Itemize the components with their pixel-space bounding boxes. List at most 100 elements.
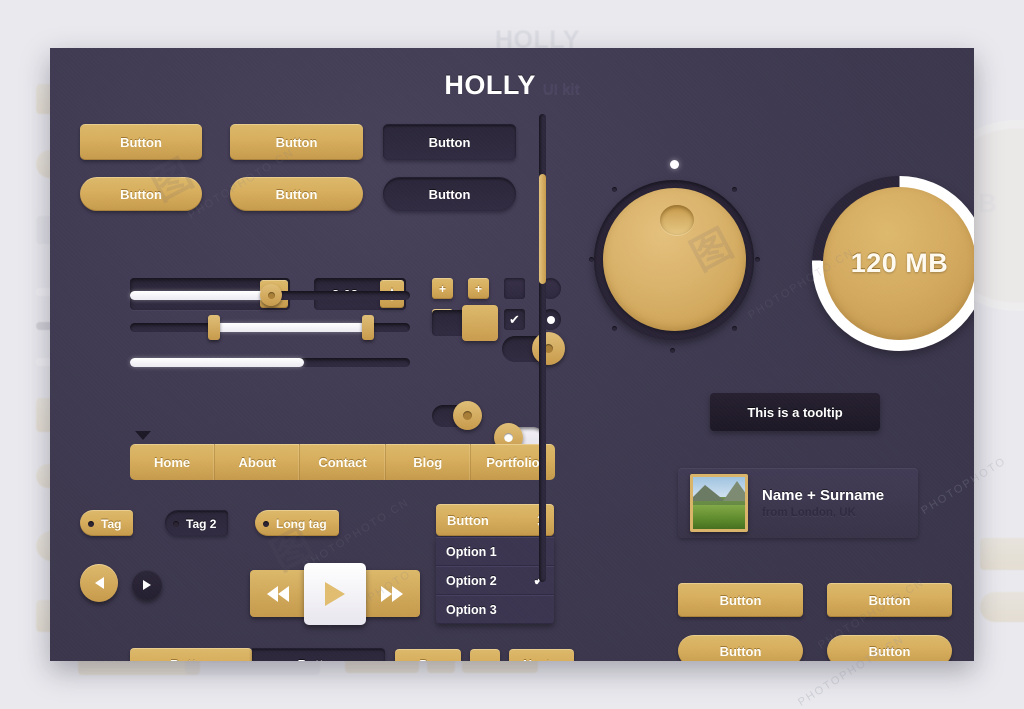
plus-icon: + [474, 282, 482, 296]
pagination-ellipsis-button[interactable]: ... [469, 649, 500, 661]
vertical-scrollbar[interactable] [539, 114, 546, 582]
nav-label: Home [154, 455, 191, 470]
button-label: Button [868, 644, 911, 659]
slider-progress[interactable] [130, 358, 410, 367]
next-circle-button[interactable] [132, 570, 162, 600]
progress-inner: 120 MB [823, 187, 974, 340]
plus-button-2[interactable]: + [468, 278, 489, 299]
button-label: Button [275, 187, 318, 202]
toggle-round[interactable] [502, 332, 565, 365]
pagination-label: Next » [523, 658, 561, 662]
triangle-left-icon [94, 577, 104, 589]
progress-circle[interactable]: 120 MB [812, 176, 974, 351]
knob-dot [612, 326, 617, 331]
slider-fill [130, 358, 304, 367]
profile-text: Name + Surname from London, UK [762, 487, 884, 519]
button-gold-bottom[interactable]: Button [130, 648, 252, 661]
slider-range[interactable] [130, 315, 410, 340]
button-right-1[interactable]: Button [678, 583, 803, 617]
plus-button-1[interactable]: + [432, 278, 453, 299]
knob-dot [732, 326, 737, 331]
button-right-3[interactable]: Button [678, 635, 803, 661]
button-gold-pill-1[interactable]: Button [80, 177, 202, 211]
rotary-knob[interactable] [575, 158, 775, 358]
rewind-button[interactable] [250, 570, 306, 617]
button-gold-rect-1[interactable]: Button [80, 124, 202, 160]
handle-dot [267, 291, 275, 299]
knob-face[interactable] [603, 188, 746, 331]
tooltip: This is a tooltip [710, 393, 880, 431]
button-label: Button [719, 644, 762, 659]
button-label: Button [428, 187, 471, 202]
slider-handle[interactable] [260, 284, 282, 306]
button-dark-pill[interactable]: Button [383, 177, 516, 211]
option-label: Option 2 [446, 573, 497, 588]
forward-button[interactable] [364, 570, 420, 617]
nav-item-about[interactable]: About [215, 444, 301, 480]
tag-hole-icon [88, 520, 94, 527]
toggle-handle[interactable] [453, 401, 482, 430]
tooltip-arrow-icon [135, 431, 151, 440]
dropdown-option-3[interactable]: Option 3 [436, 595, 554, 624]
scrollbar-thumb[interactable] [539, 174, 546, 284]
knob-dot [589, 257, 594, 262]
media-player-controls[interactable] [250, 562, 420, 625]
checkbox-checked[interactable]: ✔ [504, 309, 525, 330]
toggle-square[interactable] [432, 305, 498, 341]
plus-icon: + [438, 282, 446, 296]
tag-label: Tag 2 [186, 516, 217, 531]
knob-dot-active [670, 160, 679, 169]
navigation-bar[interactable]: Home About Contact Blog Portfolio [130, 444, 555, 480]
tag-1[interactable]: Tag [80, 510, 134, 536]
button-label: Button [719, 593, 762, 608]
checkbox-unchecked[interactable] [504, 278, 525, 299]
button-gold-rect-2[interactable]: Button [230, 124, 363, 160]
button-dark-rect[interactable]: Button [383, 124, 516, 160]
bottom-button-group: Button Button [130, 648, 385, 661]
avatar [690, 474, 748, 532]
button-gold-pill-2[interactable]: Button [230, 177, 363, 211]
pagination[interactable]: « Prev ... Next » [395, 649, 575, 662]
nav-label: Blog [413, 455, 443, 470]
slider-fill [130, 291, 270, 300]
play-button[interactable] [304, 562, 366, 625]
knob-dot [732, 187, 737, 192]
select-button[interactable]: Button ▲ ▼ [436, 504, 554, 536]
button-label: Button [428, 135, 471, 150]
prev-circle-button[interactable] [80, 564, 118, 602]
slider-round-knob[interactable] [130, 284, 410, 306]
option-label: Option 3 [446, 602, 497, 617]
tag-2[interactable]: Tag 2 [165, 510, 229, 536]
nav-item-blog[interactable]: Blog [385, 444, 471, 480]
pagination-next-button[interactable]: Next » [508, 649, 575, 662]
radio-dot [546, 315, 555, 324]
brand-name: HOLLY [444, 70, 536, 100]
pagination-prev-button[interactable]: « Prev [395, 649, 461, 661]
button-right-4[interactable]: Button [827, 635, 952, 661]
nav-label: About [238, 455, 277, 470]
slider-handle-end[interactable] [362, 315, 374, 340]
ghost-button [980, 538, 1024, 570]
button-dark-bottom[interactable]: Button [252, 648, 385, 661]
right-button-grid: Button Button Button Button [678, 583, 970, 661]
tag-3[interactable]: Long tag [255, 510, 339, 536]
profile-card[interactable]: Name + Surname from London, UK [678, 468, 918, 538]
toggle-handle[interactable] [532, 332, 565, 365]
dropdown-option-list[interactable]: Option 1 Option 2 ✔ Option 3 [436, 537, 554, 624]
handle-dot [504, 433, 513, 442]
knob-dot [612, 187, 617, 192]
dropdown-option-1[interactable]: Option 1 [436, 537, 554, 566]
tag-hole-icon [263, 520, 269, 527]
profile-name: Name + Surname [762, 487, 885, 504]
button-right-2[interactable]: Button [827, 583, 952, 617]
slider-handle-start[interactable] [208, 315, 220, 340]
nav-item-contact[interactable]: Contact [300, 444, 386, 480]
toggle-handle[interactable] [462, 305, 498, 341]
knob-dot [670, 348, 675, 353]
dropdown-option-2[interactable]: Option 2 ✔ [436, 566, 554, 595]
tag-hole-icon [173, 520, 179, 527]
progress-label: 120 MB [850, 248, 949, 278]
toggle-small-left[interactable] [432, 401, 482, 430]
ghost-button [980, 592, 1024, 622]
nav-item-home[interactable]: Home [130, 444, 216, 480]
